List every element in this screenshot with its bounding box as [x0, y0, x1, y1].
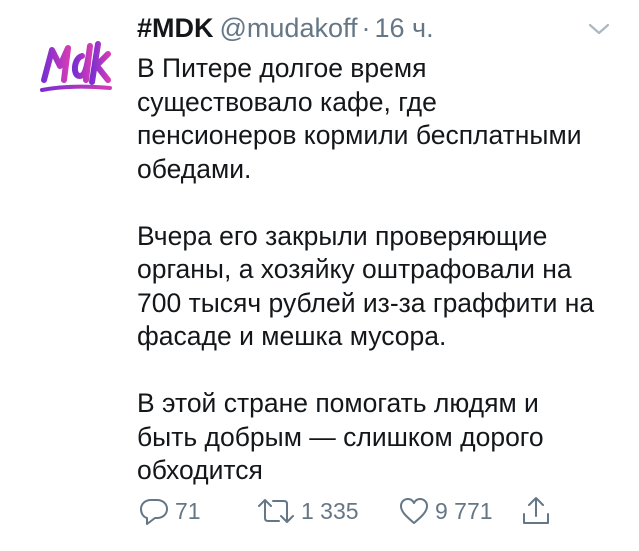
tweet-paragraph-3: В этой стране помогать людям и быть добр… — [137, 388, 544, 485]
heart-icon — [400, 498, 428, 524]
separator: · — [361, 13, 371, 43]
chevron-down-icon[interactable] — [587, 20, 611, 38]
tweet-paragraph-1: В Питере долгое время существовало кафе,… — [137, 53, 582, 184]
tweet-paragraph-2: Вчера его закрыли проверяющие органы, а … — [137, 220, 595, 352]
tweet-header: #MDK @mudakoff · 16 ч. — [137, 10, 434, 46]
retweet-button[interactable]: 1 335 — [255, 494, 359, 528]
reply-icon — [140, 499, 168, 525]
like-button[interactable]: 9 771 — [397, 494, 493, 528]
author-handle[interactable]: @mudakoff — [220, 13, 358, 43]
timestamp[interactable]: 16 ч. — [375, 13, 434, 43]
action-bar: 71 1 335 9 771 — [137, 494, 567, 528]
retweet-count: 1 335 — [301, 497, 359, 524]
avatar[interactable] — [38, 36, 114, 100]
tweet-text: В Питере долгое время существовало кафе,… — [137, 52, 617, 488]
retweet-icon — [258, 499, 294, 523]
reply-count: 71 — [175, 497, 201, 524]
author-name[interactable]: #MDK — [137, 13, 214, 43]
like-count: 9 771 — [435, 497, 493, 524]
mdk-logo-icon — [40, 41, 112, 92]
tweet: #MDK @mudakoff · 16 ч. В Питере долгое врем… — [0, 0, 639, 551]
share-icon — [523, 497, 549, 524]
share-button[interactable] — [519, 494, 553, 528]
reply-button[interactable]: 71 — [137, 494, 201, 528]
